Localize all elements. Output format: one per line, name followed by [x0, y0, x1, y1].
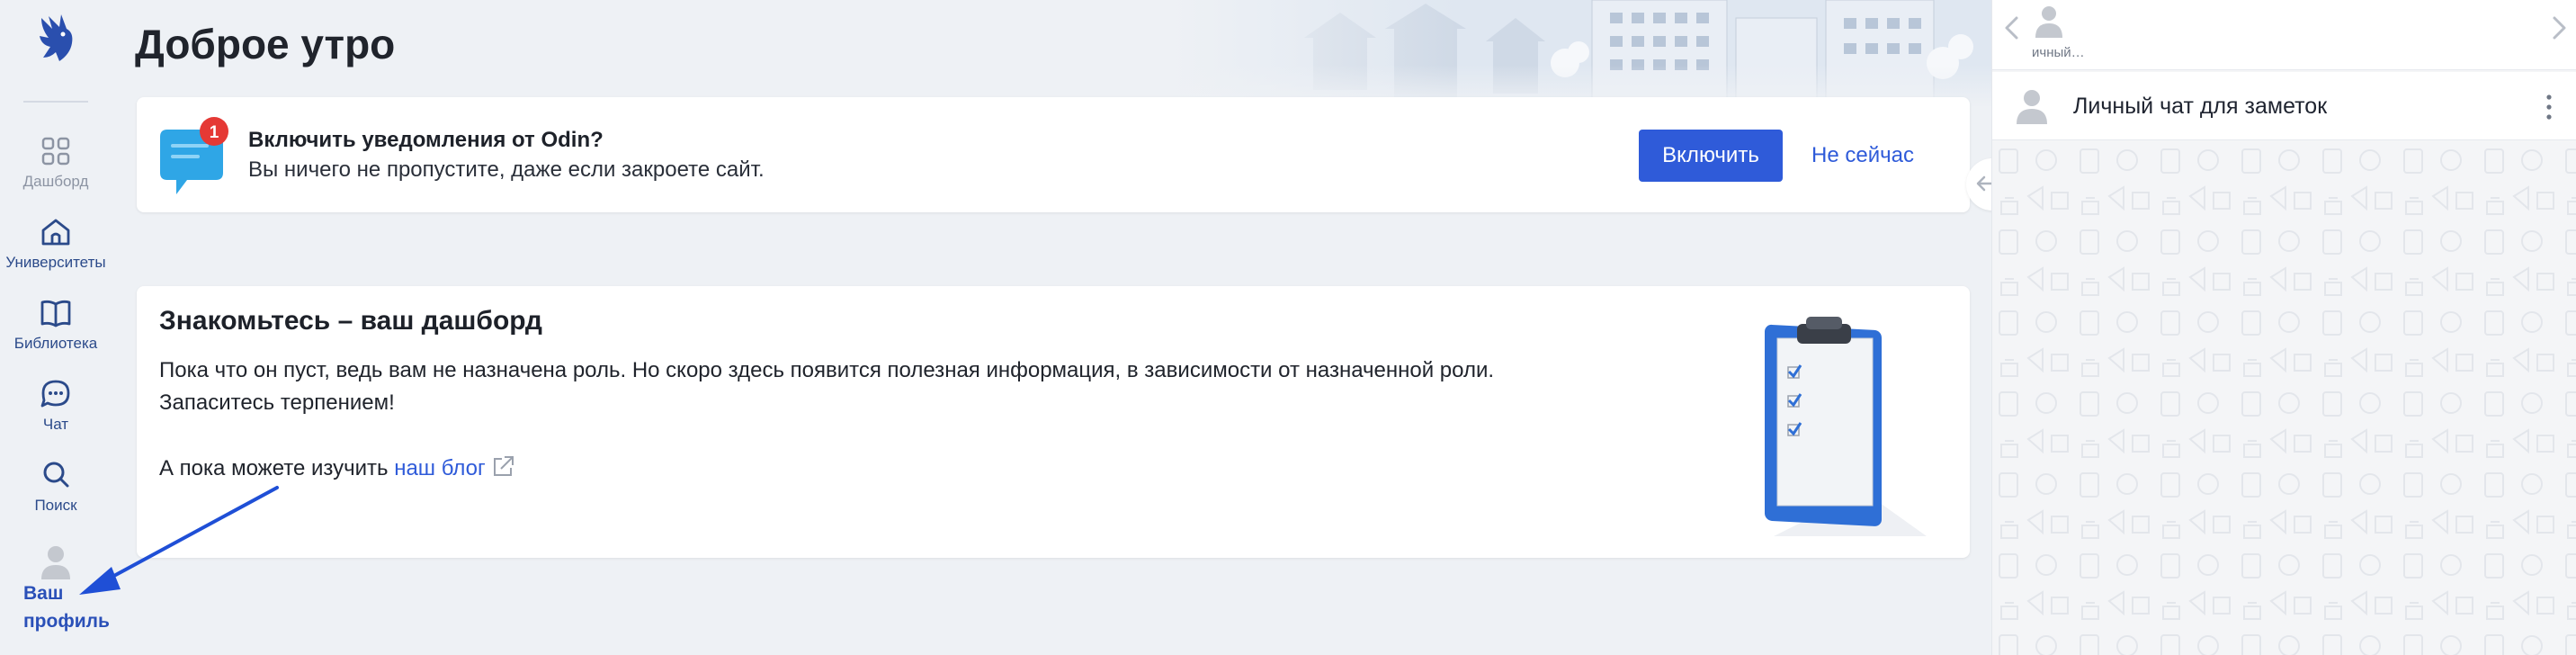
odin-logo-icon[interactable]: [32, 13, 79, 65]
chat-tab-avatar-icon[interactable]: [2034, 4, 2064, 41]
chat-name: Личный чат для заметок: [2073, 94, 2328, 119]
search-icon: [43, 462, 69, 488]
notification-title: Включить уведомления от Odin?: [248, 128, 604, 152]
chat-tab-label[interactable]: ичный…: [2032, 45, 2085, 60]
sidebar-item-label: Библиотека: [13, 335, 98, 352]
sidebar: Дашборд Университеты Библиотека Чат Поис…: [0, 0, 112, 655]
sidebar-item-label: Чат: [42, 416, 69, 433]
chat-panel: ичный… Личный чат для заметок: [1991, 0, 2576, 655]
chat-list-item[interactable]: Личный чат для заметок: [1992, 72, 2576, 140]
sidebar-item-label: Дашборд: [22, 173, 89, 190]
book-icon: [40, 300, 71, 328]
chevron-left-icon[interactable]: [2001, 14, 2023, 41]
page-title: Доброе утро: [135, 21, 396, 67]
home-icon: [41, 219, 70, 246]
more-options-icon[interactable]: [2545, 92, 2554, 122]
profile-label: Ваш профиль: [23, 579, 110, 635]
dashboard-line-2: Запаситесь терпением!: [159, 390, 395, 415]
chat-background-pattern: [1992, 142, 2576, 655]
clipboard-illustration: [1765, 317, 1927, 536]
notification-subtitle: Вы ничего не пропустите, даже если закро…: [248, 157, 765, 182]
dashboard-title: Знакомьтесь – ваш дашборд: [159, 306, 542, 336]
sidebar-item-dashboard[interactable]: Дашборд: [0, 133, 112, 191]
sidebar-item-label: Университеты: [5, 254, 106, 271]
dashboard-welcome-card: Знакомьтесь – ваш дашборд Пока что он пу…: [137, 286, 1970, 558]
enable-notifications-button[interactable]: Включить: [1639, 130, 1783, 182]
dashboard-description: Пока что он пуст, ведь вам не назначена …: [159, 354, 1598, 419]
profile-label-line1: Ваш: [23, 583, 64, 604]
blog-line: А пока можете изучить наш блог: [159, 453, 516, 481]
notification-badge: 1: [210, 123, 219, 142]
header-banner-illustration: [1169, 0, 1991, 108]
sidebar-item-library[interactable]: Библиотека: [0, 295, 112, 353]
chevron-right-icon[interactable]: [2548, 14, 2570, 41]
dashboard-line-1: Пока что он пуст, ведь вам не назначена …: [159, 358, 1495, 382]
chat-avatar-icon: [2017, 90, 2047, 124]
notification-card: 1 Включить уведомления от Odin? Вы ничег…: [137, 97, 1970, 212]
sidebar-divider: [23, 101, 88, 103]
sidebar-item-search[interactable]: Поиск: [0, 457, 112, 515]
chat-icon: [40, 380, 70, 408]
grid-icon: [41, 137, 70, 166]
notification-bell-chat-icon: 1: [160, 117, 228, 194]
blog-prefix: А пока можете изучить: [159, 456, 395, 480]
sidebar-item-universities[interactable]: Университеты: [0, 214, 112, 272]
not-now-button[interactable]: Не сейчас: [1802, 130, 1923, 182]
sidebar-item-label: Поиск: [34, 497, 77, 514]
profile-label-line2: профиль: [23, 611, 110, 632]
blog-link[interactable]: наш блог: [394, 456, 486, 480]
sidebar-item-chat[interactable]: Чат: [0, 376, 112, 434]
external-link-icon[interactable]: [489, 453, 516, 480]
chat-tabs-bar: ичный…: [1992, 0, 2576, 70]
